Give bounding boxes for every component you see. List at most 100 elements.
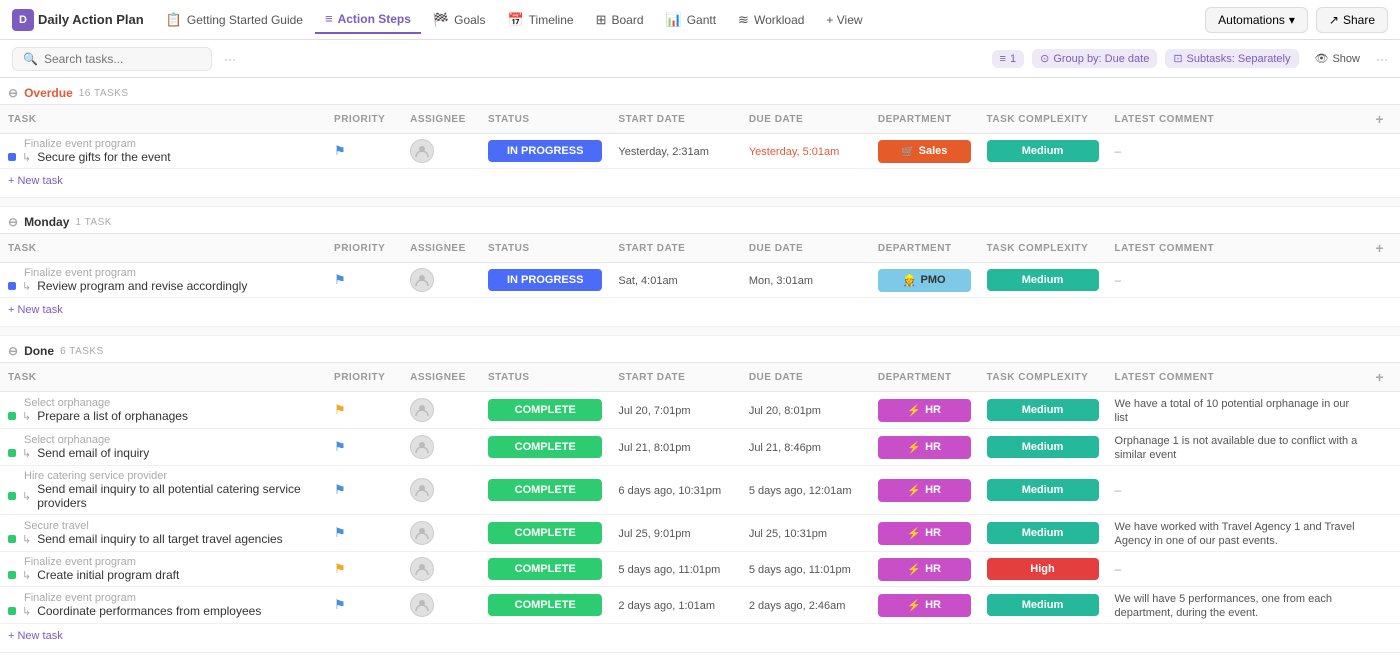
priority-flag[interactable]: ⚑ <box>334 143 346 158</box>
parent-task-name: Finalize event program <box>8 592 318 604</box>
toolbar-more-button[interactable]: ··· <box>1376 52 1388 66</box>
complexity-badge[interactable]: Medium <box>987 436 1099 458</box>
status-badge[interactable]: COMPLETE <box>488 436 602 458</box>
overdue-column-headers: TASK PRIORITY ASSIGNEE STATUS START DATE… <box>0 105 1400 134</box>
filter-badge[interactable]: ≡ 1 <box>992 50 1025 68</box>
status-badge[interactable]: COMPLETE <box>488 399 602 421</box>
monday-toggle[interactable]: ⊖ <box>8 215 18 229</box>
search-input[interactable] <box>44 52 194 66</box>
priority-flag[interactable]: ⚑ <box>334 597 346 612</box>
task-name[interactable]: Send email inquiry to all potential cate… <box>37 482 318 510</box>
automations-label: Automations <box>1218 13 1285 27</box>
avatar[interactable] <box>410 521 434 545</box>
status-badge[interactable]: COMPLETE <box>488 594 602 616</box>
priority-cell: ⚑ <box>326 552 402 587</box>
avatar[interactable] <box>410 435 434 459</box>
dept-badge[interactable]: ⚡ HR <box>878 594 971 617</box>
share-label: Share <box>1343 13 1375 27</box>
status-badge[interactable]: COMPLETE <box>488 558 602 580</box>
dept-badge[interactable]: ⚡ HR <box>878 558 971 581</box>
overdue-count: 16 TASKS <box>79 88 129 99</box>
priority-flag[interactable]: ⚑ <box>334 439 346 454</box>
task-name[interactable]: Create initial program draft <box>37 568 179 582</box>
dept-badge[interactable]: ⚡ HR <box>878 479 971 502</box>
task-name[interactable]: Send email of inquiry <box>37 446 149 460</box>
done-toggle[interactable]: ⊖ <box>8 344 18 358</box>
status-cell: COMPLETE <box>480 552 610 587</box>
priority-flag[interactable]: ⚑ <box>334 561 346 576</box>
avatar[interactable] <box>410 398 434 422</box>
task-name[interactable]: Prepare a list of orphanages <box>37 409 188 423</box>
status-badge[interactable]: IN PROGRESS <box>488 269 602 291</box>
comment-cell: – <box>1107 552 1368 587</box>
filter-icon: ≡ <box>1000 53 1006 65</box>
comment-cell: Orphanage 1 is not available due to conf… <box>1107 429 1368 466</box>
col-header-dept-mon: DEPARTMENT <box>870 234 979 263</box>
dept-cell: ⚡ HR <box>870 552 979 587</box>
dept-badge[interactable]: ⚡ HR <box>878 436 971 459</box>
col-header-add-mon[interactable]: + <box>1367 234 1400 263</box>
comment-cell: – <box>1107 134 1368 169</box>
add-column-button-mon[interactable]: + <box>1375 240 1384 256</box>
share-button[interactable]: ↗ Share <box>1316 7 1388 33</box>
col-header-assignee-mon: ASSIGNEE <box>402 234 480 263</box>
tab-board[interactable]: ⊞ Board <box>586 6 654 34</box>
start-date: Jul 21, 8:01pm <box>618 442 690 454</box>
task-name[interactable]: Send email inquiry to all target travel … <box>37 532 282 546</box>
complexity-badge[interactable]: Medium <box>987 399 1099 421</box>
dept-badge[interactable]: ⚡ HR <box>878 399 971 422</box>
tab-timeline[interactable]: 📅 Timeline <box>497 6 583 34</box>
status-badge[interactable]: IN PROGRESS <box>488 140 602 162</box>
avatar[interactable] <box>410 593 434 617</box>
complexity-badge[interactable]: Medium <box>987 594 1099 616</box>
complexity-badge[interactable]: Medium <box>987 522 1099 544</box>
complexity-badge[interactable]: Medium <box>987 269 1099 291</box>
add-view-button[interactable]: + View <box>816 7 872 33</box>
priority-flag[interactable]: ⚑ <box>334 525 346 540</box>
tab-action-steps[interactable]: ≡ Action Steps <box>315 5 421 34</box>
complexity-badge[interactable]: Medium <box>987 479 1099 501</box>
subtasks-button[interactable]: ⊡ Subtasks: Separately <box>1165 49 1298 68</box>
col-header-add[interactable]: + <box>1367 105 1400 134</box>
automations-button[interactable]: Automations ▾ <box>1205 7 1308 33</box>
tab-goals[interactable]: 🏁 Goals <box>423 6 496 34</box>
task-name[interactable]: Coordinate performances from employees <box>37 604 261 618</box>
new-task-button-done[interactable]: + New task <box>8 628 1392 644</box>
main-content: ⊖ Overdue 16 TASKS TASK PRIORITY ASSIGNE… <box>0 78 1400 670</box>
dept-badge[interactable]: 🛒 Sales <box>878 140 971 163</box>
priority-flag[interactable]: ⚑ <box>334 402 346 417</box>
search-box[interactable]: 🔍 <box>12 47 212 71</box>
tab-getting-started[interactable]: 📋 Getting Started Guide <box>156 6 313 34</box>
more-options-button[interactable]: ··· <box>220 50 240 68</box>
avatar[interactable] <box>410 268 434 292</box>
due-date: 5 days ago, 11:01pm <box>749 564 851 576</box>
complexity-badge[interactable]: High <box>987 558 1099 580</box>
group-by-button[interactable]: ⊙ Group by: Due date <box>1032 49 1157 68</box>
new-task-button-overdue[interactable]: + New task <box>8 173 1392 189</box>
monday-label: Monday <box>24 215 69 229</box>
dept-badge[interactable]: 👷 PMO <box>878 269 971 292</box>
tab-gantt[interactable]: 📊 Gantt <box>656 6 727 34</box>
show-button[interactable]: 👁 Show <box>1307 49 1369 68</box>
avatar[interactable] <box>410 478 434 502</box>
avatar[interactable] <box>410 557 434 581</box>
priority-flag[interactable]: ⚑ <box>334 482 346 497</box>
task-color-dot <box>8 535 16 543</box>
dept-badge[interactable]: ⚡ HR <box>878 522 971 545</box>
status-badge[interactable]: COMPLETE <box>488 479 602 501</box>
add-column-button-done[interactable]: + <box>1375 369 1384 385</box>
complexity-badge[interactable]: Medium <box>987 140 1099 162</box>
new-task-button-monday[interactable]: + New task <box>8 302 1392 318</box>
overdue-toggle[interactable]: ⊖ <box>8 86 18 100</box>
status-badge[interactable]: COMPLETE <box>488 522 602 544</box>
task-name[interactable]: Secure gifts for the event <box>37 150 170 164</box>
priority-flag[interactable]: ⚑ <box>334 272 346 287</box>
tab-workload[interactable]: ≋ Workload <box>728 6 814 34</box>
col-header-start-done: START DATE <box>610 363 740 392</box>
task-color-dot <box>8 607 16 615</box>
add-column-button[interactable]: + <box>1375 111 1384 127</box>
col-header-add-done[interactable]: + <box>1367 363 1400 392</box>
start-date-cell: Jul 20, 7:01pm <box>610 392 740 429</box>
task-name[interactable]: Review program and revise accordingly <box>37 279 247 293</box>
avatar[interactable] <box>410 139 434 163</box>
